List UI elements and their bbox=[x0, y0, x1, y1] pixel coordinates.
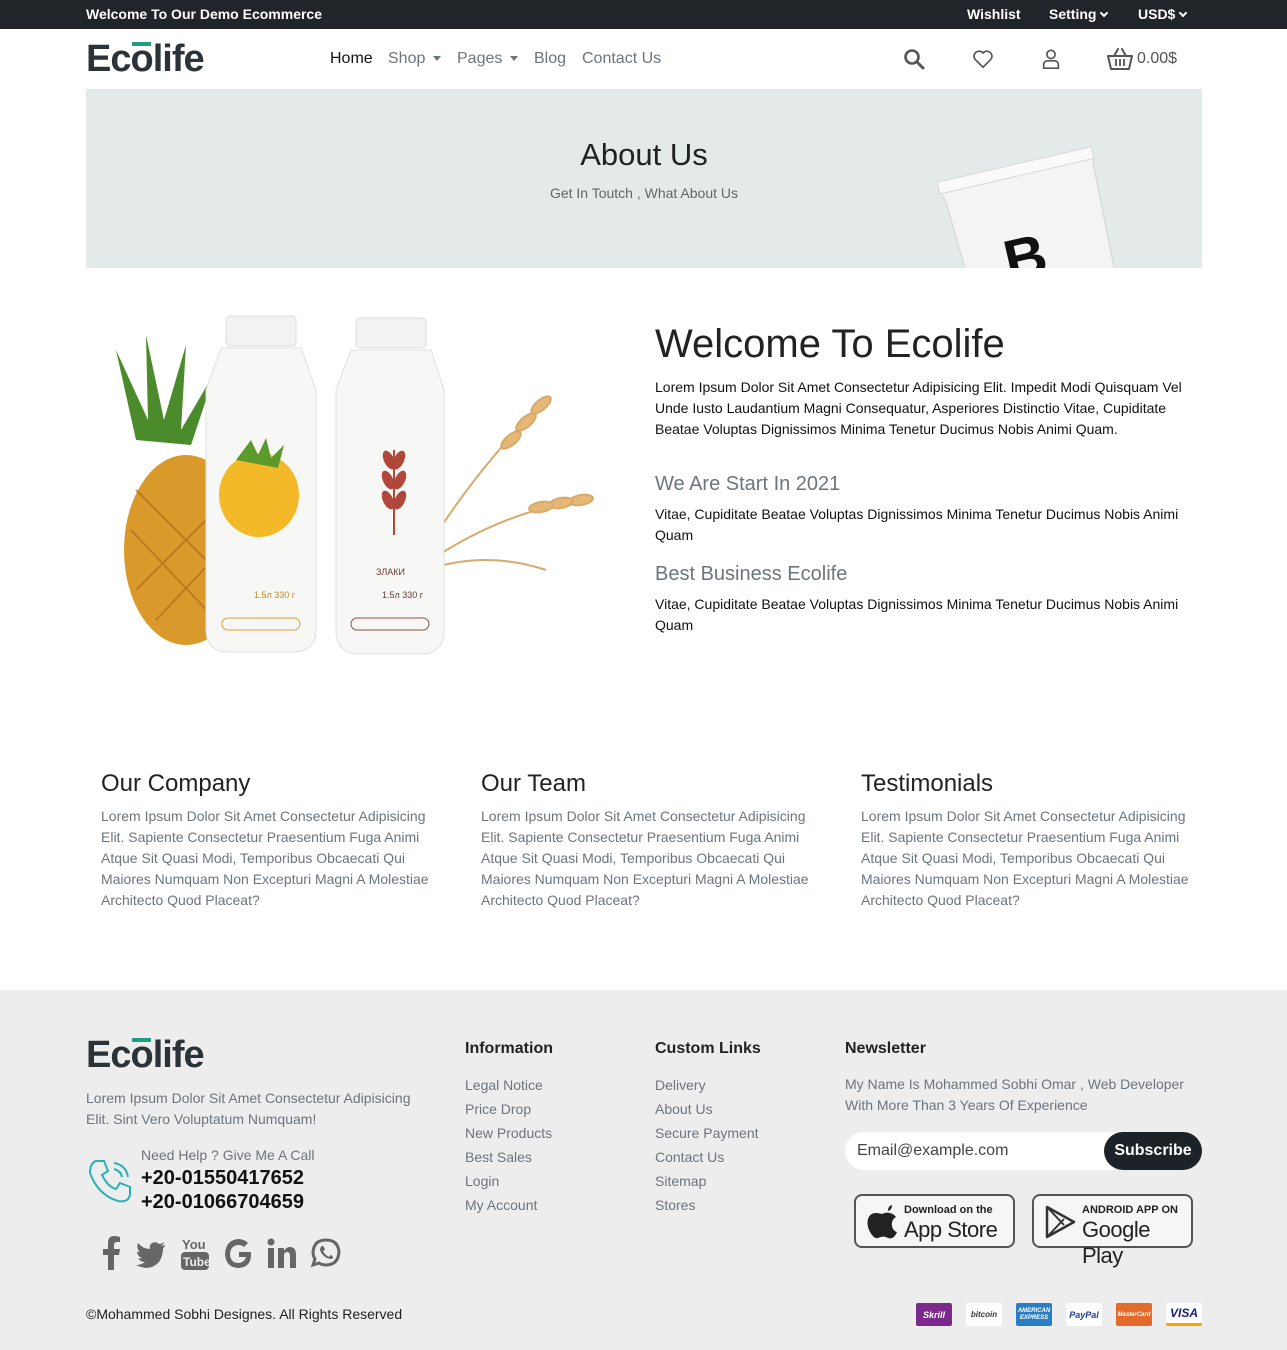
google-play-small: ANDROID APP ON bbox=[1082, 1204, 1178, 1216]
chevron-down-icon bbox=[1100, 8, 1109, 18]
heart-icon[interactable] bbox=[972, 48, 994, 75]
app-store-big: App Store bbox=[904, 1217, 998, 1242]
whatsapp-icon[interactable] bbox=[310, 1236, 341, 1275]
feature-testimonials: Testimonials Lorem Ipsum Dolor Sit Amet … bbox=[861, 770, 1191, 911]
section2-text: Vitae, Cupiditate Beatae Voluptas Dignis… bbox=[655, 596, 1179, 633]
twitter-icon[interactable] bbox=[136, 1236, 166, 1275]
custom-links: Delivery About Us Secure Payment Contact… bbox=[655, 1077, 759, 1221]
feature-text: Lorem Ipsum Dolor Sit Amet Consectetur A… bbox=[481, 808, 809, 908]
information-links: Legal Notice Price Drop New Products Bes… bbox=[465, 1077, 552, 1221]
paypal-icon: PayPal bbox=[1066, 1303, 1102, 1326]
footer-link[interactable]: Price Drop bbox=[465, 1101, 552, 1125]
footer-link[interactable]: Contact Us bbox=[655, 1149, 759, 1173]
wishlist-link[interactable]: Wishlist bbox=[967, 6, 1021, 22]
logo-text: Ecolife bbox=[86, 38, 205, 80]
snack-pack-image: B bbox=[936, 146, 1116, 268]
footer-description: Lorem Ipsum Dolor Sit Amet Consectetur A… bbox=[86, 1090, 411, 1127]
linkedin-icon[interactable] bbox=[267, 1236, 297, 1275]
section1-text: Vitae, Cupiditate Beatae Voluptas Dignis… bbox=[655, 506, 1179, 543]
copyright: ©Mohammed Sobhi Designes. All Rights Res… bbox=[86, 1306, 403, 1322]
setting-label: Setting bbox=[1049, 6, 1097, 22]
help-label: Need Help ? Give Me A Call bbox=[141, 1147, 315, 1163]
skrill-icon: Skrill bbox=[916, 1303, 952, 1326]
footer-link[interactable]: Login bbox=[465, 1173, 552, 1197]
nav-home[interactable]: Home bbox=[330, 50, 373, 68]
subscribe-button[interactable]: Subscribe bbox=[1104, 1132, 1202, 1170]
bottle1-label: 1.5л 330 г bbox=[254, 590, 296, 600]
footer-link[interactable]: My Account bbox=[465, 1197, 552, 1221]
information-title: Information bbox=[465, 1040, 553, 1057]
phone-icon bbox=[86, 1157, 134, 1210]
search-icon[interactable] bbox=[903, 48, 925, 75]
phone-number-2[interactable]: +20-01066704659 bbox=[141, 1191, 304, 1214]
nav-blog[interactable]: Blog bbox=[534, 50, 566, 68]
nav-contact[interactable]: Contact Us bbox=[582, 50, 661, 68]
svg-text:Tube: Tube bbox=[183, 1255, 210, 1269]
section2-title: Best Business Ecolife bbox=[655, 563, 848, 585]
top-bar: Welcome To Our Demo Ecommerce Wishlist S… bbox=[0, 0, 1287, 29]
newsletter-title: Newsletter bbox=[845, 1040, 926, 1057]
mastercard-icon: MasterCard bbox=[1116, 1303, 1152, 1326]
cart-total[interactable]: 0.00$ bbox=[1137, 50, 1177, 68]
nav-pages-label: Pages bbox=[457, 50, 503, 67]
setting-dropdown[interactable]: Setting bbox=[1049, 6, 1109, 22]
footer-link[interactable]: Delivery bbox=[655, 1077, 759, 1101]
footer-link[interactable]: About Us bbox=[655, 1101, 759, 1125]
google-play-badge[interactable]: ANDROID APP ON Google Play bbox=[1032, 1194, 1193, 1268]
footer-link[interactable]: Best Sales bbox=[465, 1149, 552, 1173]
product-image: 1.5л 330 г ЗЛАКИ 1.5л 330 г bbox=[116, 315, 594, 655]
google-icon[interactable] bbox=[224, 1236, 254, 1275]
caret-down-icon bbox=[510, 56, 519, 62]
currency-dropdown[interactable]: USD$ bbox=[1138, 6, 1188, 22]
footer-link[interactable]: Legal Notice bbox=[465, 1077, 552, 1101]
feature-title: Testimonials bbox=[861, 770, 994, 797]
bottle2-sub-label: 1.5л 330 г bbox=[382, 590, 424, 600]
about-intro: Lorem Ipsum Dolor Sit Amet Consectetur A… bbox=[655, 379, 1182, 437]
footer-link[interactable]: Secure Payment bbox=[655, 1125, 759, 1149]
email-field[interactable] bbox=[845, 1132, 1115, 1170]
user-icon[interactable] bbox=[1040, 48, 1062, 75]
nav-shop-label: Shop bbox=[388, 50, 426, 67]
section1-title: We Are Start In 2021 bbox=[655, 473, 841, 495]
amex-icon: AMERICAN EXPRESS bbox=[1016, 1303, 1052, 1326]
footer-logo[interactable]: Ecolife bbox=[86, 1034, 205, 1077]
footer-link[interactable]: New Products bbox=[465, 1125, 552, 1149]
custom-links-title: Custom Links bbox=[655, 1040, 761, 1057]
newsletter-form: Subscribe bbox=[845, 1132, 1202, 1170]
google-play-big: Google Play bbox=[1082, 1217, 1150, 1268]
page-hero: About Us Get In Toutch , What About Us B bbox=[86, 89, 1202, 268]
feature-text: Lorem Ipsum Dolor Sit Amet Consectetur A… bbox=[861, 808, 1189, 908]
welcome-message: Welcome To Our Demo Ecommerce bbox=[86, 6, 322, 22]
feature-title: Our Company bbox=[101, 770, 251, 797]
footer-link[interactable]: Sitemap bbox=[655, 1173, 759, 1197]
feature-title: Our Team bbox=[481, 770, 586, 797]
about-title: Welcome To Ecolife bbox=[655, 322, 1005, 366]
nav-shop[interactable]: Shop bbox=[388, 50, 442, 68]
app-store-badge[interactable]: Download on the App Store bbox=[854, 1194, 1015, 1248]
nav-pages[interactable]: Pages bbox=[457, 50, 519, 68]
currency-label: USD$ bbox=[1138, 6, 1176, 22]
svg-text:You: You bbox=[182, 1237, 206, 1252]
basket-icon[interactable] bbox=[1107, 48, 1133, 75]
phone-number-1[interactable]: +20-01550417652 bbox=[141, 1167, 304, 1190]
caret-down-icon bbox=[433, 56, 442, 62]
play-icon bbox=[1045, 1205, 1076, 1239]
apple-icon bbox=[867, 1205, 897, 1239]
newsletter-text: My Name Is Mohammed Sobhi Omar , Web Dev… bbox=[845, 1076, 1184, 1113]
logo-text: Ecolife bbox=[86, 1034, 205, 1076]
feature-text: Lorem Ipsum Dolor Sit Amet Consectetur A… bbox=[101, 808, 429, 908]
facebook-icon[interactable] bbox=[101, 1236, 121, 1275]
feature-team: Our Team Lorem Ipsum Dolor Sit Amet Cons… bbox=[481, 770, 811, 911]
site-logo[interactable]: Ecolife bbox=[86, 38, 205, 81]
youtube-icon[interactable]: You Tube bbox=[180, 1236, 211, 1277]
feature-company: Our Company Lorem Ipsum Dolor Sit Amet C… bbox=[101, 770, 431, 911]
visa-icon: VISA bbox=[1166, 1303, 1202, 1326]
app-store-small: Download on the bbox=[904, 1204, 993, 1216]
footer-link[interactable]: Stores bbox=[655, 1197, 759, 1221]
bottle2-label: ЗЛАКИ bbox=[376, 567, 405, 577]
bitcoin-icon: bitcoin bbox=[966, 1303, 1002, 1326]
chevron-down-icon bbox=[1179, 8, 1188, 18]
